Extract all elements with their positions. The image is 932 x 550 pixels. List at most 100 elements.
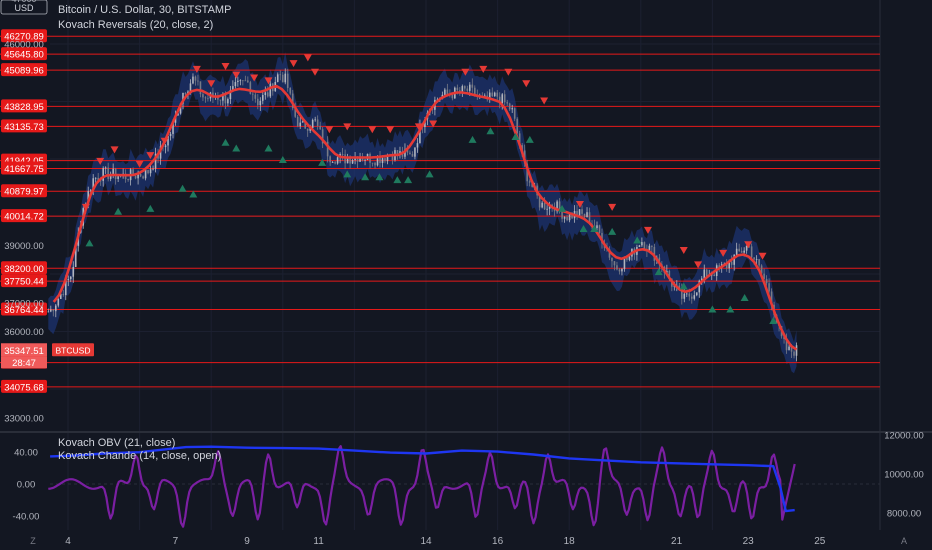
obv-tick-label: 10000.00 <box>884 470 924 481</box>
current-price-label: 35347.51 <box>4 346 44 357</box>
candle-body <box>47 311 50 313</box>
time-axis-label: 7 <box>173 536 179 547</box>
candle-body <box>67 279 70 280</box>
obv-tick-label: 12000.00 <box>884 431 924 442</box>
candle-body <box>264 92 267 96</box>
candle-body <box>713 274 716 277</box>
candle-body <box>279 74 282 76</box>
candle-body <box>750 246 753 258</box>
candle-body <box>586 212 588 218</box>
candle-body <box>618 269 621 272</box>
candle-body <box>446 89 449 94</box>
candle-body <box>795 345 798 356</box>
candle-body <box>621 268 623 272</box>
candle-body <box>147 170 149 174</box>
obv-title[interactable]: Kovach OBV (21, close) <box>58 437 175 449</box>
candle-body <box>257 98 259 106</box>
price-tick-label: 33000.00 <box>4 413 44 424</box>
candle-body <box>239 80 242 82</box>
candle-body <box>768 283 770 292</box>
candle-body <box>202 94 204 98</box>
candle-body <box>311 119 314 129</box>
currency-label: USD <box>14 3 34 13</box>
candle-body <box>237 80 239 83</box>
time-axis-label: 25 <box>814 536 826 547</box>
candle-body <box>314 119 316 121</box>
candle-body <box>753 257 755 260</box>
time-axis-label: 23 <box>743 536 755 547</box>
candle-body <box>461 86 464 92</box>
candle-body <box>641 242 643 246</box>
candle-body <box>127 179 129 181</box>
candle-body <box>690 296 693 299</box>
candle-body <box>224 94 227 104</box>
candle-body <box>316 119 319 126</box>
trading-chart[interactable]: 46270.8945645.8045089.9643828.9543135.73… <box>0 0 932 550</box>
candle-body <box>493 92 496 97</box>
candle-body <box>466 88 469 91</box>
candle-body <box>469 84 471 91</box>
candle-body <box>683 293 686 299</box>
candle-body <box>242 80 244 82</box>
candle-body <box>269 83 272 97</box>
symbol-title[interactable]: Bitcoin / U.S. Dollar, 30, BITSTAMP <box>58 4 231 16</box>
candle-body <box>219 99 222 101</box>
oscillator-tick-label: 40.00 <box>14 448 38 459</box>
candle-body <box>331 162 334 163</box>
candle-body <box>765 278 768 284</box>
candle-body <box>227 99 229 104</box>
candle-body <box>57 298 60 306</box>
candle-body <box>149 169 152 174</box>
countdown-label: 28:47 <box>12 358 36 369</box>
symbol-tag-label: BTCUSD <box>56 345 91 355</box>
candle-body <box>528 181 531 183</box>
candle-body <box>596 225 598 228</box>
candle-body <box>743 250 745 253</box>
time-axis-label: 11 <box>313 536 324 547</box>
candle-body <box>204 97 207 99</box>
candle-body <box>247 80 249 83</box>
candle-body <box>199 81 202 95</box>
candle-body <box>266 92 269 97</box>
candle-body <box>261 95 264 101</box>
candle-body <box>359 158 361 162</box>
price-tick-label: 46000.00 <box>4 40 44 51</box>
level-label: 40014.72 <box>4 212 44 223</box>
candle-body <box>516 118 518 134</box>
candle-body <box>506 102 509 104</box>
candle-body <box>464 86 466 89</box>
candle-body <box>306 128 309 131</box>
time-axis-label: 4 <box>65 536 71 547</box>
time-axis-label: 9 <box>244 536 250 547</box>
candle-body <box>102 168 104 181</box>
candle-body <box>581 209 583 214</box>
candle-body <box>740 251 743 253</box>
candle-body <box>144 170 147 179</box>
candle-body <box>192 76 194 84</box>
candle-body <box>197 80 199 82</box>
candle-body <box>349 158 351 164</box>
candle-body <box>281 74 284 83</box>
chande-title[interactable]: Kovach Chande (14, close, open) <box>58 450 221 462</box>
level-label: 45089.96 <box>4 66 44 77</box>
indicator-title[interactable]: Kovach Reversals (20, close, 2) <box>58 19 213 31</box>
candle-body <box>409 152 411 155</box>
candle-body <box>194 76 197 81</box>
candle-body <box>234 82 237 87</box>
candle-body <box>319 125 321 130</box>
candle-body <box>52 309 55 312</box>
candle-body <box>164 145 167 148</box>
candle-body <box>563 216 566 219</box>
candle-body <box>626 258 628 260</box>
candle-body <box>758 259 760 266</box>
candle-body <box>381 158 384 164</box>
candle-body <box>598 225 601 234</box>
candle-body <box>244 80 247 82</box>
candle-body <box>152 168 154 170</box>
candle-body <box>793 351 795 356</box>
oscillator-tick-label: 0.00 <box>17 480 36 491</box>
candle-body <box>139 173 142 177</box>
candle-body <box>62 294 65 296</box>
candle-body <box>703 269 706 279</box>
level-label: 34075.68 <box>4 382 44 393</box>
